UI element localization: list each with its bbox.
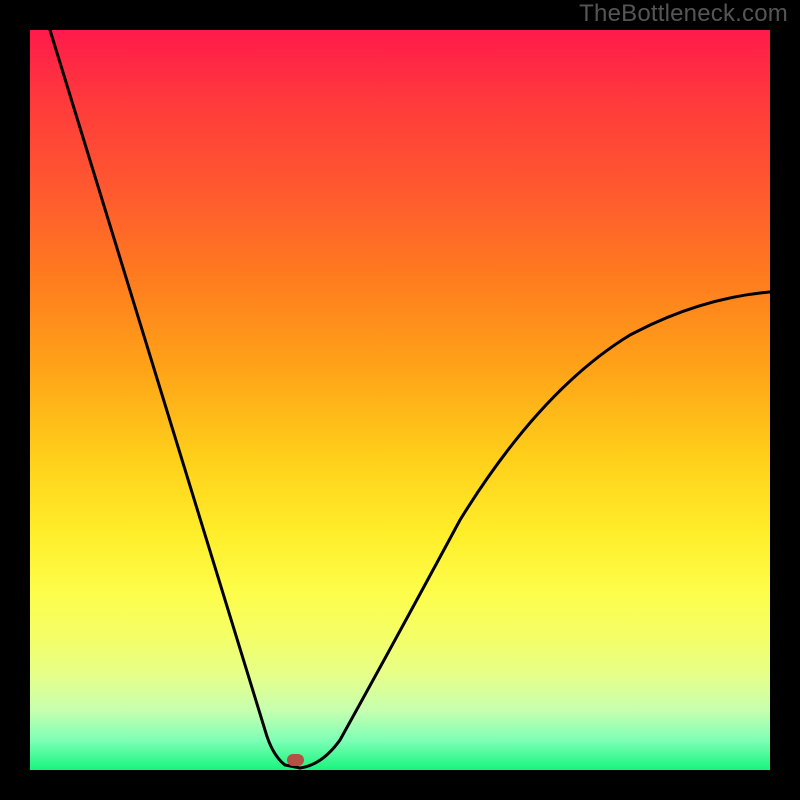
optimal-point-marker [287,754,304,766]
curve-right-branch [300,292,770,768]
plot-area [30,30,770,770]
curve-left-branch [50,30,300,768]
curve-svg [30,30,770,770]
watermark-text: TheBottleneck.com [579,0,788,28]
chart-container: TheBottleneck.com [0,0,800,800]
